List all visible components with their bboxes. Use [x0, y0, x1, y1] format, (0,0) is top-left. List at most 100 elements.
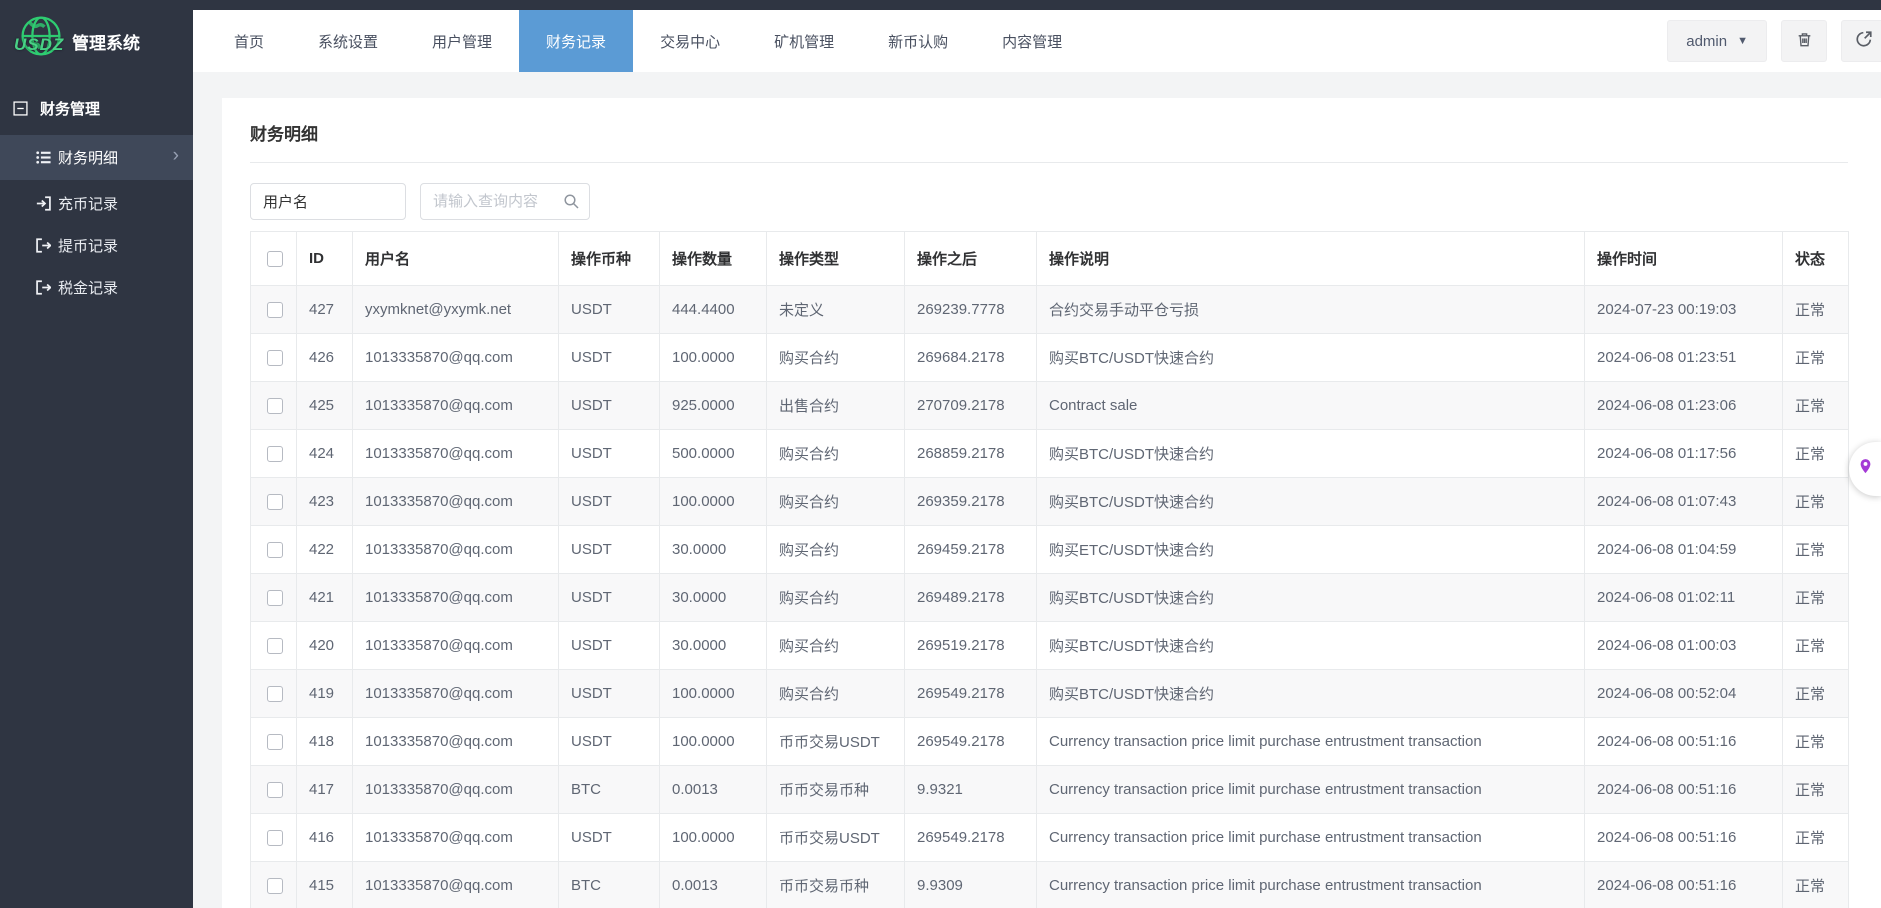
- column-header: 操作之后: [905, 232, 1037, 286]
- cell-after: 269684.2178: [905, 334, 1037, 382]
- cell-username: 1013335870@qq.com: [353, 814, 559, 862]
- cell-type: 币币交易USDT: [767, 814, 905, 862]
- nav-tab[interactable]: 首页: [207, 10, 291, 72]
- cell-desc: 购买BTC/USDT快速合约: [1037, 334, 1585, 382]
- cell-after: 269239.7778: [905, 286, 1037, 334]
- logout-arrow-icon: [36, 280, 51, 295]
- cell-desc: 购买ETC/USDT快速合约: [1037, 526, 1585, 574]
- cell-time: 2024-06-08 01:17:56: [1585, 430, 1783, 478]
- row-checkbox[interactable]: [267, 638, 283, 654]
- row-checkbox[interactable]: [267, 542, 283, 558]
- cell-after: 9.9309: [905, 862, 1037, 908]
- row-checkbox[interactable]: [267, 398, 283, 414]
- column-header: [251, 232, 297, 286]
- row-checkbox[interactable]: [267, 782, 283, 798]
- content-card: 财务明细 ID用户名操作币种操作数量操作类型操作之后操作说明操作时间状态: [222, 98, 1881, 908]
- title-divider: [250, 162, 1848, 163]
- main-nav: 首页系统设置用户管理财务记录交易中心矿机管理新币认购内容管理 admin ▼: [193, 10, 1881, 72]
- cell-after: 9.9321: [905, 766, 1037, 814]
- cell-id: 419: [297, 670, 353, 718]
- row-checkbox[interactable]: [267, 350, 283, 366]
- table-row: 426 1013335870@qq.com USDT 100.0000 购买合约…: [251, 334, 1849, 382]
- cell-type: 币币交易币种: [767, 766, 905, 814]
- cell-coin: BTC: [559, 862, 660, 908]
- column-header: 操作类型: [767, 232, 905, 286]
- cell-status: 正常: [1783, 574, 1849, 622]
- filter-bar: [250, 183, 1848, 220]
- admin-dropdown[interactable]: admin ▼: [1667, 20, 1767, 62]
- cell-desc: Currency transaction price limit purchas…: [1037, 766, 1585, 814]
- cell-amount: 100.0000: [660, 670, 767, 718]
- brand-title: 管理系统: [72, 29, 140, 54]
- table-row: 422 1013335870@qq.com USDT 30.0000 购买合约 …: [251, 526, 1849, 574]
- cell-id: 426: [297, 334, 353, 382]
- select-all-checkbox[interactable]: [267, 251, 283, 267]
- cell-type: 购买合约: [767, 526, 905, 574]
- cell-desc: 购买BTC/USDT快速合约: [1037, 622, 1585, 670]
- cell-coin: BTC: [559, 766, 660, 814]
- logout-button[interactable]: [1841, 20, 1881, 62]
- cell-coin: USDT: [559, 814, 660, 862]
- cell-username: 1013335870@qq.com: [353, 670, 559, 718]
- row-checkbox[interactable]: [267, 302, 283, 318]
- cell-desc: Currency transaction price limit purchas…: [1037, 814, 1585, 862]
- column-header: 操作数量: [660, 232, 767, 286]
- cell-status: 正常: [1783, 430, 1849, 478]
- cell-time: 2024-06-08 01:04:59: [1585, 526, 1783, 574]
- nav-tab[interactable]: 用户管理: [405, 10, 519, 72]
- column-header: 状态: [1783, 232, 1849, 286]
- table-row: 427 yxymknet@yxymk.net USDT 444.4400 未定义…: [251, 286, 1849, 334]
- column-header: 用户名: [353, 232, 559, 286]
- cell-status: 正常: [1783, 862, 1849, 908]
- cell-username: 1013335870@qq.com: [353, 382, 559, 430]
- cell-desc: 购买BTC/USDT快速合约: [1037, 478, 1585, 526]
- admin-username: admin: [1686, 33, 1727, 50]
- nav-tab[interactable]: 新币认购: [861, 10, 975, 72]
- cell-status: 正常: [1783, 766, 1849, 814]
- nav-tab[interactable]: 交易中心: [633, 10, 747, 72]
- search-input[interactable]: [420, 183, 590, 220]
- cell-amount: 100.0000: [660, 814, 767, 862]
- sidebar-item-提币记录[interactable]: 提币记录 ›: [0, 224, 193, 266]
- sidebar-item-财务明细[interactable]: 财务明细 ›: [0, 135, 193, 180]
- sidebar-group-finance[interactable]: 财务管理: [0, 72, 193, 131]
- cell-amount: 100.0000: [660, 478, 767, 526]
- cell-time: 2024-06-08 01:02:11: [1585, 574, 1783, 622]
- nav-tab[interactable]: 系统设置: [291, 10, 405, 72]
- cell-amount: 30.0000: [660, 622, 767, 670]
- brand-logo: USDZ 管理系统: [0, 0, 193, 72]
- cell-username: 1013335870@qq.com: [353, 622, 559, 670]
- row-checkbox[interactable]: [267, 686, 283, 702]
- brand-logo-text: USDZ: [14, 35, 64, 55]
- column-header: 操作时间: [1585, 232, 1783, 286]
- row-checkbox[interactable]: [267, 590, 283, 606]
- nav-tab[interactable]: 内容管理: [975, 10, 1089, 72]
- cell-type: 购买合约: [767, 334, 905, 382]
- cell-after: 268859.2178: [905, 430, 1037, 478]
- row-checkbox[interactable]: [267, 878, 283, 894]
- trash-button[interactable]: [1781, 20, 1827, 62]
- chevron-down-icon: ▼: [1737, 35, 1748, 47]
- nav-tab[interactable]: 矿机管理: [747, 10, 861, 72]
- sidebar-item-充币记录[interactable]: 充币记录 ›: [0, 182, 193, 224]
- cell-after: 269519.2178: [905, 622, 1037, 670]
- globe-logo-icon: USDZ: [16, 9, 70, 63]
- table-row: 425 1013335870@qq.com USDT 925.0000 出售合约…: [251, 382, 1849, 430]
- row-checkbox[interactable]: [267, 734, 283, 750]
- cell-coin: USDT: [559, 526, 660, 574]
- cell-coin: USDT: [559, 622, 660, 670]
- cell-after: 269549.2178: [905, 670, 1037, 718]
- nav-tab[interactable]: 财务记录: [519, 10, 633, 72]
- sidebar-items: 财务明细 › 充币记录 › 提币记录 › 税金记录 ›: [0, 135, 193, 308]
- cell-amount: 444.4400: [660, 286, 767, 334]
- row-checkbox[interactable]: [267, 446, 283, 462]
- cell-username: 1013335870@qq.com: [353, 430, 559, 478]
- cell-time: 2024-06-08 01:23:06: [1585, 382, 1783, 430]
- cell-after: 269459.2178: [905, 526, 1037, 574]
- cell-amount: 0.0013: [660, 766, 767, 814]
- row-checkbox[interactable]: [267, 494, 283, 510]
- sidebar-item-税金记录[interactable]: 税金记录 ›: [0, 266, 193, 308]
- cell-id: 416: [297, 814, 353, 862]
- row-checkbox[interactable]: [267, 830, 283, 846]
- username-input[interactable]: [250, 183, 406, 220]
